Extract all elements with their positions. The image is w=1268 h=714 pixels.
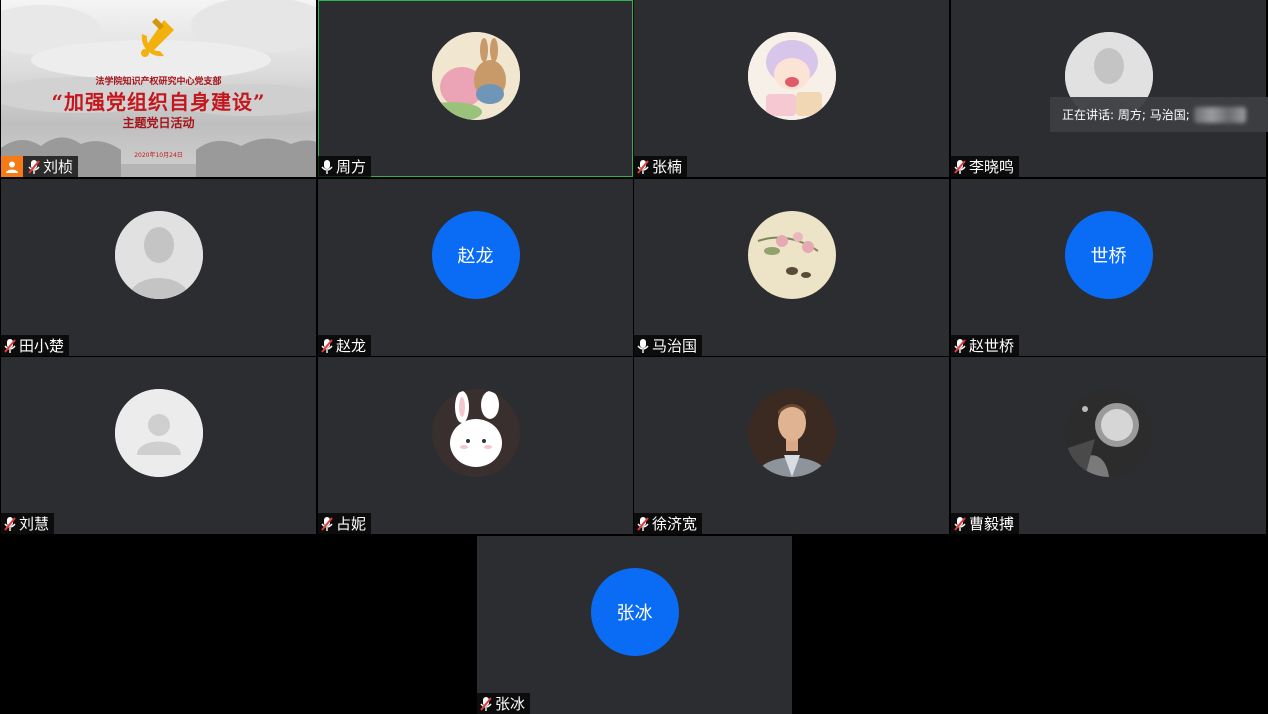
- participant-nameplate: 赵世桥: [951, 335, 1020, 356]
- video-tile-zhaoshiqiao[interactable]: 世桥 赵世桥: [951, 179, 1266, 356]
- mic-muted-icon[interactable]: [953, 516, 967, 532]
- participant-name: 曹毅搏: [969, 515, 1015, 533]
- mic-muted-icon[interactable]: [636, 516, 650, 532]
- participant-name: 赵龙: [336, 337, 367, 355]
- participant-name: 田小楚: [19, 337, 65, 355]
- video-tile-tianxiaochu[interactable]: 田小楚: [1, 179, 316, 356]
- participant-name: 周方: [336, 158, 367, 176]
- participant-name: 张冰: [495, 695, 526, 713]
- video-tile-mazhiguo[interactable]: 马治国: [634, 179, 949, 356]
- host-badge-icon: [1, 156, 23, 177]
- default-avatar-icon: [114, 389, 203, 477]
- participant-nameplate: 张冰: [477, 693, 531, 714]
- participant-nameplate: 李晓鸣: [951, 156, 1020, 177]
- participant-nameplate: 赵龙: [318, 335, 372, 356]
- mic-on-icon[interactable]: [636, 338, 650, 354]
- video-tile-caoyibo[interactable]: 曹毅搏: [951, 357, 1266, 534]
- shared-slide: 法学院知识产权研究中心党支部 “加强党组织自身建设” 主题党日活动 2020年1…: [1, 0, 316, 177]
- participant-nameplate: 周方: [318, 156, 372, 177]
- video-tile-lixiaoming[interactable]: 李晓鸣: [951, 0, 1266, 177]
- mic-muted-icon[interactable]: [479, 696, 493, 712]
- participant-nameplate: 徐济宽: [634, 513, 703, 534]
- mic-muted-icon[interactable]: [953, 159, 967, 175]
- avatar-bunny-cartoon: [431, 389, 520, 477]
- active-speaker-text: 正在讲话: 周方; 马治国;: [1062, 108, 1190, 122]
- text-avatar: 赵龙: [431, 211, 520, 299]
- avatar-rabbit-illustration: [431, 32, 520, 120]
- participant-nameplate: 曹毅搏: [951, 513, 1020, 534]
- participant-name: 赵世桥: [969, 337, 1015, 355]
- mic-muted-icon[interactable]: [953, 338, 967, 354]
- participant-name: 刘桢: [43, 158, 74, 176]
- mic-muted-icon[interactable]: [3, 516, 17, 532]
- participant-nameplate: 刘慧: [1, 513, 55, 534]
- video-tile-xujikuan[interactable]: 徐济宽: [634, 357, 949, 534]
- video-tile-zhanni[interactable]: 占妮: [318, 357, 633, 534]
- avatar-man-photo: [747, 389, 836, 477]
- avatar-anime-girl: [747, 32, 836, 120]
- meeting-gallery: 法学院知识产权研究中心党支部 “加强党组织自身建设” 主题党日活动 2020年1…: [0, 0, 1268, 714]
- mic-muted-icon[interactable]: [3, 338, 17, 354]
- mic-muted-icon[interactable]: [320, 516, 334, 532]
- participant-name: 马治国: [652, 337, 698, 355]
- text-avatar: 张冰: [590, 568, 679, 656]
- text-avatar: 世桥: [1064, 211, 1153, 299]
- participant-nameplate: 张楠: [634, 156, 688, 177]
- participant-name: 李晓鸣: [969, 158, 1015, 176]
- video-tile-liuhui[interactable]: 刘慧: [1, 357, 316, 534]
- blurred-name: [1193, 106, 1246, 123]
- mic-muted-icon[interactable]: [27, 159, 41, 175]
- avatar-astronaut-photo: [1064, 389, 1153, 477]
- slide-title: “加强党组织自身建设”: [51, 90, 266, 114]
- participant-name: 徐济宽: [652, 515, 698, 533]
- participant-nameplate: 刘桢: [1, 156, 79, 177]
- participant-nameplate: 马治国: [634, 335, 703, 356]
- default-avatar-icon: [114, 211, 203, 299]
- active-speaker-indicator: 正在讲话: 周方; 马治国;: [1050, 97, 1268, 132]
- participant-name: 占妮: [336, 515, 367, 533]
- mic-muted-icon[interactable]: [320, 338, 334, 354]
- video-tile-zhangbing[interactable]: 张冰 张冰: [477, 536, 792, 714]
- video-tile-zhangnan[interactable]: 张楠: [634, 0, 949, 177]
- mic-muted-icon[interactable]: [636, 159, 650, 175]
- participant-nameplate: 田小楚: [1, 335, 70, 356]
- avatar-flower-painting: [747, 211, 836, 299]
- video-tile-liuzhen[interactable]: 法学院知识产权研究中心党支部 “加强党组织自身建设” 主题党日活动 2020年1…: [1, 0, 316, 177]
- video-tile-zhoufang[interactable]: 周方: [318, 0, 633, 177]
- participant-name: 张楠: [652, 158, 683, 176]
- mic-on-icon[interactable]: [320, 159, 334, 175]
- video-tile-zhaolong[interactable]: 赵龙 赵龙: [318, 179, 633, 356]
- participant-name: 刘慧: [19, 515, 50, 533]
- party-emblem-icon: [141, 18, 174, 57]
- participant-nameplate: 占妮: [318, 513, 372, 534]
